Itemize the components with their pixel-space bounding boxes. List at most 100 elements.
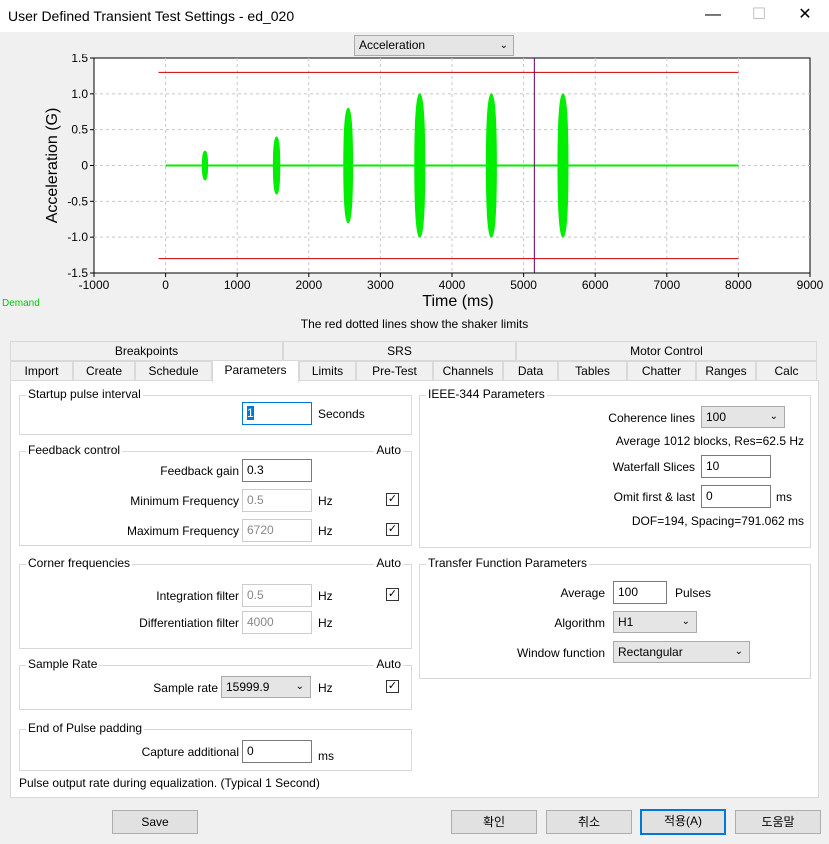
- min-frequency-auto-checkbox[interactable]: ✓: [386, 493, 399, 506]
- y-tick-label: 1.0: [71, 87, 88, 101]
- sample-rate-group: Sample Rate Auto Sample rate 15999.9 ⌄ H…: [19, 657, 412, 710]
- coherence-lines-value: 100: [706, 410, 727, 424]
- x-tick-label: 1000: [224, 278, 251, 292]
- tab-parameters[interactable]: Parameters: [212, 360, 299, 383]
- sample-rate-auto-checkbox[interactable]: ✓: [386, 680, 399, 693]
- tab-channels[interactable]: Channels: [433, 361, 503, 381]
- tab-data[interactable]: Data: [503, 361, 558, 381]
- feedback-gain-input[interactable]: 0.3: [242, 459, 312, 482]
- startup-unit: Seconds: [318, 407, 365, 421]
- feedback-title: Feedback control: [26, 443, 123, 457]
- corner-auto-label: Auto: [374, 556, 403, 570]
- x-tick-label: 6000: [582, 278, 609, 292]
- demand-pulse-4: [414, 93, 426, 238]
- sample-rate-value: 15999.9: [226, 680, 270, 694]
- tab-ranges[interactable]: Ranges: [696, 361, 756, 381]
- waterfall-slices-label: Waterfall Slices: [612, 460, 695, 474]
- tab-tables[interactable]: Tables: [558, 361, 627, 381]
- capture-additional-input[interactable]: 0: [242, 740, 312, 763]
- y-tick-label: -1.0: [67, 230, 88, 244]
- demand-pulse-2: [272, 136, 281, 195]
- min-frequency-input[interactable]: 0.5: [242, 489, 312, 512]
- apply-button[interactable]: 적용(A): [640, 809, 726, 835]
- y-tick-label: 0.5: [71, 123, 88, 137]
- integration-filter-input[interactable]: 0.5: [242, 584, 312, 607]
- min-frequency-label: Minimum Frequency: [130, 494, 239, 508]
- integration-filter-unit: Hz: [318, 589, 333, 603]
- sample-rate-unit: Hz: [318, 681, 333, 695]
- tab-chatter[interactable]: Chatter: [627, 361, 696, 381]
- chevron-down-icon: ⌄: [769, 411, 778, 422]
- window-title: User Defined Transient Test Settings - e…: [8, 8, 295, 24]
- feedback-gain-label: Feedback gain: [160, 464, 239, 478]
- integration-filter-label: Integration filter: [156, 589, 239, 603]
- window-function-select[interactable]: Rectangular ⌄: [613, 641, 750, 663]
- differentiation-filter-input[interactable]: 4000: [242, 611, 312, 634]
- coherence-lines-label: Coherence lines: [608, 411, 695, 425]
- tab-create[interactable]: Create: [73, 361, 135, 381]
- integration-filter-auto-checkbox[interactable]: ✓: [386, 588, 399, 601]
- average-pulses-unit: Pulses: [675, 586, 712, 600]
- tab-calc[interactable]: Calc: [756, 361, 817, 381]
- differentiation-filter-unit: Hz: [318, 616, 333, 630]
- maximize-button: ☐: [751, 6, 767, 23]
- ieee-344-group: IEEE-344 Parameters Coherence lines 100 …: [419, 387, 811, 548]
- close-button[interactable]: ✕: [782, 0, 828, 32]
- minimize-button[interactable]: —: [690, 0, 736, 32]
- tab-pre-test[interactable]: Pre-Test: [356, 361, 433, 381]
- tab-import[interactable]: Import: [10, 361, 73, 381]
- omit-first-last-unit: ms: [776, 490, 792, 504]
- y-tick-label: 1.5: [71, 54, 88, 65]
- coherence-lines-select[interactable]: 100 ⌄: [701, 406, 785, 428]
- max-frequency-label: Maximum Frequency: [126, 524, 239, 538]
- startup-pulse-title: Startup pulse interval: [26, 387, 143, 401]
- startup-interval-input[interactable]: 1: [242, 402, 312, 425]
- demand-pulse-5: [485, 93, 497, 238]
- plot-type-select[interactable]: Acceleration ⌄: [354, 35, 514, 56]
- algorithm-value: H1: [618, 615, 634, 629]
- tab-srs[interactable]: SRS: [283, 341, 516, 361]
- parameters-panel: Startup pulse interval 1 Seconds Feedbac…: [10, 380, 819, 798]
- min-frequency-unit: Hz: [318, 494, 333, 508]
- max-frequency-unit: Hz: [318, 524, 333, 538]
- x-tick-label: 8000: [725, 278, 752, 292]
- chart-caption: The red dotted lines show the shaker lim…: [300, 317, 529, 331]
- ok-button[interactable]: 확인: [451, 810, 537, 834]
- tab-breakpoints[interactable]: Breakpoints: [10, 341, 283, 361]
- tab-motor-control[interactable]: Motor Control: [516, 341, 817, 361]
- max-frequency-auto-checkbox[interactable]: ✓: [386, 523, 399, 536]
- plot-type-value: Acceleration: [359, 38, 426, 52]
- y-tick-label: -1.5: [67, 266, 88, 280]
- tab-limits[interactable]: Limits: [299, 361, 356, 381]
- capture-additional-unit: ms: [318, 749, 334, 763]
- y-tick-label: -0.5: [67, 194, 88, 208]
- max-frequency-input[interactable]: 6720: [242, 519, 312, 542]
- chevron-down-icon: ⌄: [499, 40, 508, 51]
- pulse-output-note: Pulse output rate during equalization. (…: [19, 776, 320, 790]
- sample-rate-title: Sample Rate: [26, 657, 100, 671]
- acceleration-chart: -1000 0 1000 2000 3000 4000 5000 6000 7000 8000 90…: [44, 54, 824, 310]
- ieee-title: IEEE-344 Parameters: [426, 387, 547, 401]
- x-tick-label: -1000: [79, 278, 110, 292]
- algorithm-select[interactable]: H1 ⌄: [613, 611, 697, 633]
- average-pulses-input[interactable]: 100: [613, 581, 667, 604]
- x-tick-label: 3000: [367, 278, 394, 292]
- chevron-down-icon: ⌄: [681, 616, 690, 627]
- demand-label: Demand: [2, 298, 40, 309]
- save-button[interactable]: Save: [112, 810, 198, 834]
- corner-frequencies-group: Corner frequencies Auto Integration filt…: [19, 556, 412, 649]
- feedback-control-group: Feedback control Auto Feedback gain 0.3 …: [19, 443, 412, 546]
- waterfall-slices-input[interactable]: 10: [701, 455, 771, 478]
- omit-first-last-input[interactable]: 0: [701, 485, 771, 508]
- tab-schedule[interactable]: Schedule: [135, 361, 212, 381]
- help-button[interactable]: 도움말: [735, 810, 821, 834]
- x-tick-label: 2000: [295, 278, 322, 292]
- demand-pulse-1: [201, 150, 209, 181]
- y-tick-label: 0: [81, 159, 88, 173]
- x-axis-label: Time (ms): [422, 293, 493, 310]
- cancel-button[interactable]: 취소: [546, 810, 632, 834]
- sample-rate-select[interactable]: 15999.9 ⌄: [221, 676, 311, 698]
- chevron-down-icon: ⌄: [734, 646, 743, 657]
- feedback-auto-label: Auto: [374, 443, 403, 457]
- demand-pulse-6: [557, 93, 569, 238]
